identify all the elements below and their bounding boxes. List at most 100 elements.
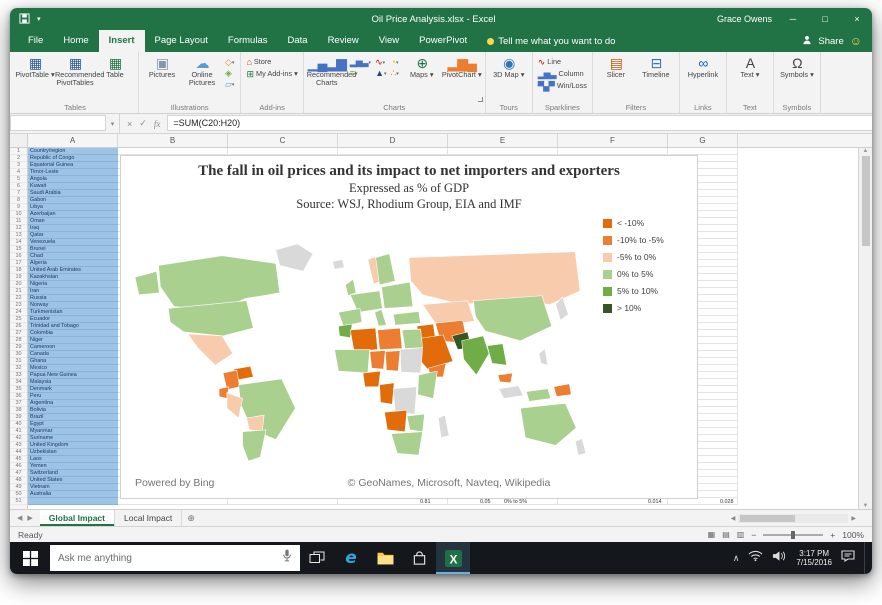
cell-a25[interactable]: Ecuador (28, 316, 118, 323)
ribbon-tab-powerpivot[interactable]: PowerPivot (409, 30, 477, 52)
row-header-41[interactable]: 41 (10, 428, 27, 435)
row-header-29[interactable]: 29 (10, 344, 27, 351)
row-header-34[interactable]: 34 (10, 379, 27, 386)
minimize-button[interactable]: ─ (782, 14, 804, 24)
cell-a5[interactable]: Angola (28, 176, 118, 183)
ribbon-tab-insert[interactable]: Insert (99, 30, 145, 52)
sheet-tab-global-impact[interactable]: Global Impact (40, 510, 115, 526)
cell-a50[interactable]: Australia (28, 491, 118, 498)
zoom-level[interactable]: 100% (842, 530, 864, 540)
row-header-40[interactable]: 40 (10, 421, 27, 428)
edge-taskbar-icon[interactable]: e (334, 542, 368, 574)
chart-column-button[interactable]: ▂▅▃▾ (350, 58, 371, 67)
new-sheet-button[interactable]: ⊕ (182, 510, 200, 526)
row-header-16[interactable]: 16 (10, 253, 27, 260)
recommended-charts-button[interactable]: ▁▄▂▆Recommended Charts (307, 53, 347, 87)
column-header-f[interactable]: F (558, 134, 668, 147)
row-header-13[interactable]: 13 (10, 232, 27, 239)
row-header-38[interactable]: 38 (10, 407, 27, 414)
row-header-14[interactable]: 14 (10, 239, 27, 246)
ribbon-tab-review[interactable]: Review (318, 30, 369, 52)
pivottable-button[interactable]: ▦PivotTable ▾ (15, 53, 55, 79)
ribbon-tab-page-layout[interactable]: Page Layout (145, 30, 218, 52)
cell-a26[interactable]: Trinidad and Tobago (28, 323, 118, 330)
pivotchart-button[interactable]: ▂▆▄PivotChart ▾ (442, 53, 482, 79)
row-header-26[interactable]: 26 (10, 323, 27, 330)
row-header-32[interactable]: 32 (10, 365, 27, 372)
cell-a20[interactable]: Nigeria (28, 281, 118, 288)
file-explorer-taskbar-icon[interactable] (368, 542, 402, 574)
row-header-19[interactable]: 19 (10, 274, 27, 281)
name-box-dropdown-icon[interactable]: ▾ (106, 114, 120, 133)
cell-a33[interactable]: Papua New Guinea (28, 372, 118, 379)
excel-taskbar-icon[interactable]: X (436, 542, 470, 574)
cell-a9[interactable]: Libya (28, 204, 118, 211)
cell-a13[interactable]: Qatar (28, 232, 118, 239)
row-header-20[interactable]: 20 (10, 281, 27, 288)
show-desktop-button[interactable] (864, 542, 868, 574)
row-header-15[interactable]: 15 (10, 246, 27, 253)
cancel-icon[interactable]: × (127, 119, 132, 129)
sheet-tab-local-impact[interactable]: Local Impact (115, 510, 182, 526)
taskbar-search-box[interactable]: Ask me anything (50, 545, 300, 571)
sheet-nav-left-icon[interactable]: ◀ (17, 514, 22, 522)
row-header-17[interactable]: 17 (10, 260, 27, 267)
row-header-24[interactable]: 24 (10, 309, 27, 316)
table-button[interactable]: ▦Table (95, 53, 135, 79)
hyperlink-button[interactable]: ∞Hyperlink (683, 53, 723, 79)
cell-a49[interactable]: Vietnam (28, 484, 118, 491)
cell-a28[interactable]: Niger (28, 337, 118, 344)
cell-a46[interactable]: Yemen (28, 463, 118, 470)
ribbon-tab-home[interactable]: Home (53, 30, 98, 52)
start-button[interactable] (10, 542, 50, 574)
row-header-39[interactable]: 39 (10, 414, 27, 421)
cell-a15[interactable]: Brunei (28, 246, 118, 253)
cell-a12[interactable]: Iraq (28, 225, 118, 232)
zoom-out-icon[interactable]: − (751, 530, 756, 540)
row-header-48[interactable]: 48 (10, 477, 27, 484)
microphone-icon[interactable] (282, 548, 292, 568)
enter-icon[interactable]: ✓ (139, 118, 147, 129)
cell-a32[interactable]: Mexico (28, 365, 118, 372)
page-layout-view-icon[interactable]: ▤ (722, 530, 730, 539)
row-header-46[interactable]: 46 (10, 463, 27, 470)
cell-a36[interactable]: Peru (28, 393, 118, 400)
action-center-icon[interactable] (841, 549, 855, 567)
ribbon-tab-view[interactable]: View (369, 30, 409, 52)
timeline-button[interactable]: ⊟Timeline (636, 53, 676, 79)
insert-function-icon[interactable]: fx (154, 119, 161, 129)
store-taskbar-icon[interactable] (402, 542, 436, 574)
cell-a7[interactable]: Saudi Arabia (28, 190, 118, 197)
name-box[interactable] (10, 115, 106, 131)
cell-a47[interactable]: Switzerland (28, 470, 118, 477)
cell-a51[interactable] (28, 498, 118, 505)
row-header-37[interactable]: 37 (10, 400, 27, 407)
column-header-c[interactable]: C (228, 134, 338, 147)
cell-a4[interactable]: Timor-Leste (28, 169, 118, 176)
row-header-51[interactable]: 51 (10, 498, 27, 505)
cell-a45[interactable]: Laos (28, 456, 118, 463)
cell-a6[interactable]: Kuwait (28, 183, 118, 190)
row-header-5[interactable]: 5 (10, 176, 27, 183)
cell-a16[interactable]: Chad (28, 253, 118, 260)
map-chart[interactable]: The fall in oil prices and its impact to… (120, 155, 698, 499)
store-button[interactable]: ⌂Store (246, 57, 297, 67)
hscroll-left-icon[interactable]: ◀ (731, 515, 736, 522)
symbols-button[interactable]: ΩSymbols ▾ (777, 53, 817, 79)
column-header-b[interactable]: B (118, 134, 228, 147)
column-header-e[interactable]: E (448, 134, 558, 147)
cell-a34[interactable]: Malaysia (28, 379, 118, 386)
signed-in-user[interactable]: Grace Owens (717, 14, 772, 24)
row-header-7[interactable]: 7 (10, 190, 27, 197)
row-header-50[interactable]: 50 (10, 491, 27, 498)
3d-map-button[interactable]: ◉3D Map ▾ (489, 53, 529, 79)
row-header-27[interactable]: 27 (10, 330, 27, 337)
dialog-launcher-icon[interactable] (478, 97, 483, 102)
volume-icon[interactable] (772, 549, 787, 567)
row-header-47[interactable]: 47 (10, 470, 27, 477)
maps-button[interactable]: ⊕Maps ▾ (402, 53, 442, 79)
sheet-nav-right-icon[interactable]: ▶ (27, 514, 32, 522)
cell-a3[interactable]: Equatorial Guinea (28, 162, 118, 169)
network-icon[interactable] (748, 549, 763, 567)
win-loss-button[interactable]: ▀▄▀Win/Loss (538, 81, 587, 91)
